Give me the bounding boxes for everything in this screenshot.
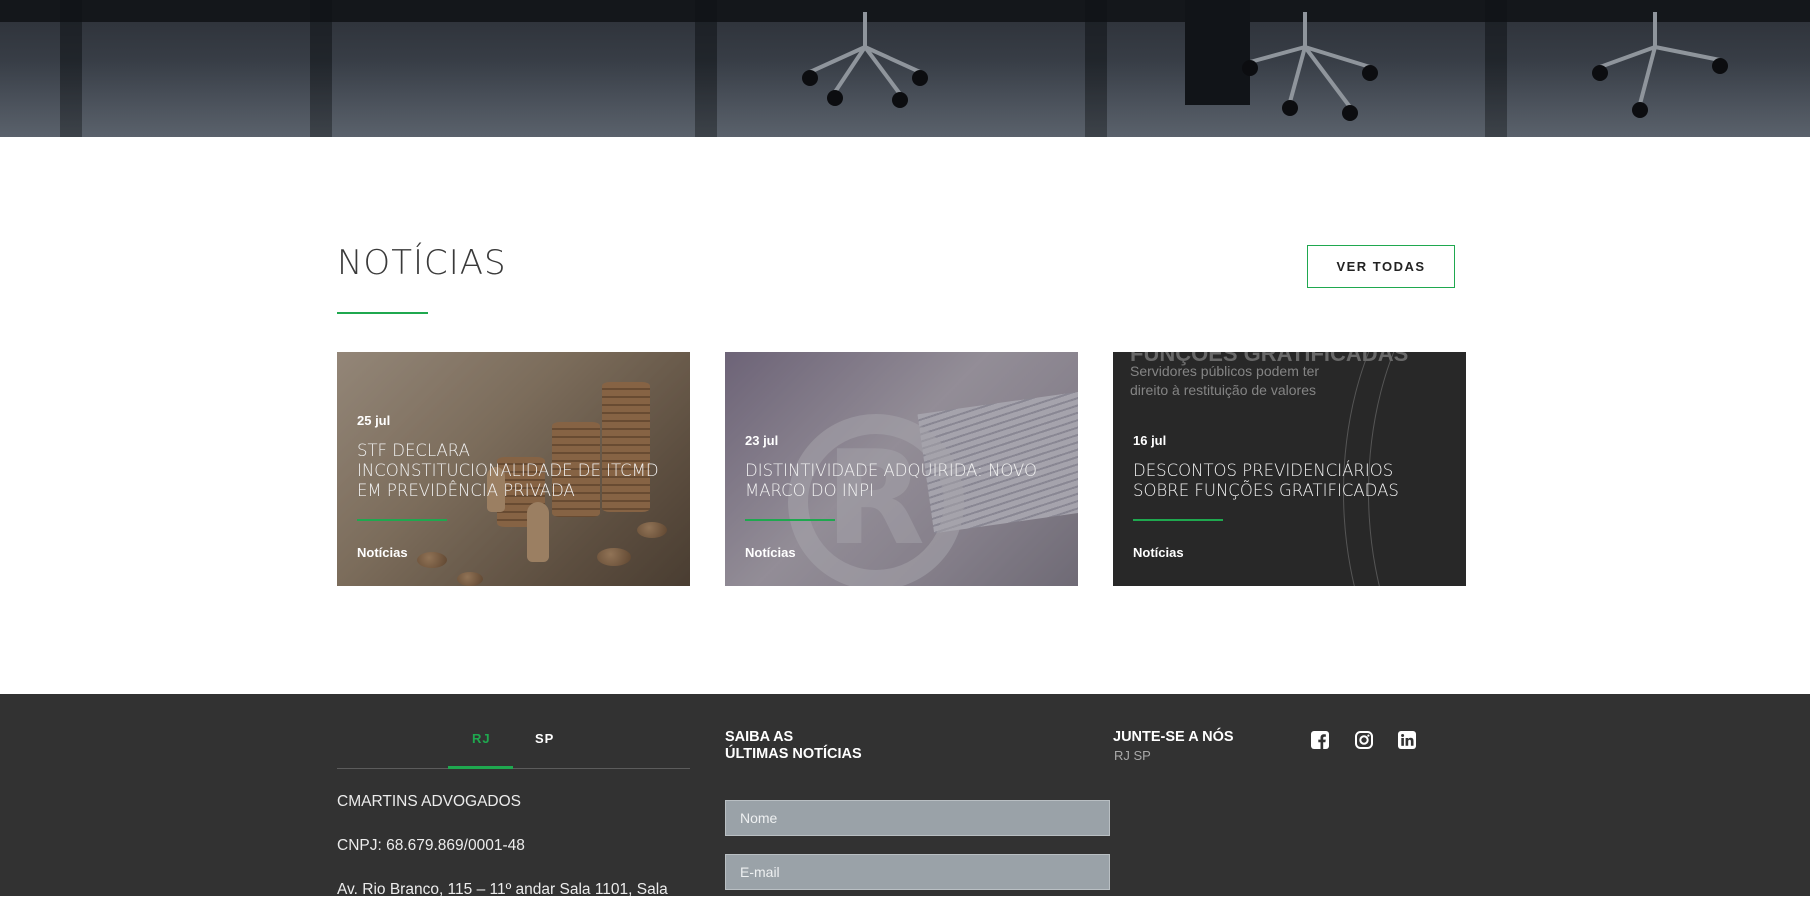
news-card-date: 16 jul [1133, 433, 1167, 448]
news-title-underline [337, 312, 428, 314]
tab-sp[interactable]: SP [535, 731, 554, 746]
news-card-category[interactable]: Notícias [1133, 545, 1184, 560]
linkedin-icon[interactable] [1398, 731, 1416, 749]
office-chair-image [1592, 12, 1728, 118]
news-card-title[interactable]: DISTINTIVIDADE ADQUIRIDA: NOVO MARCO DO … [745, 461, 1063, 501]
news-card-accent-bar [1133, 519, 1223, 521]
newsletter-email-input[interactable] [725, 854, 1110, 890]
instagram-icon[interactable] [1355, 731, 1373, 749]
company-name: CMARTINS ADVOGADOS [337, 793, 522, 810]
newsletter-name-input[interactable] [725, 800, 1110, 836]
newsletter-title-line: SAIBA AS [725, 729, 794, 745]
office-chair-image [802, 12, 928, 108]
news-card-title[interactable]: STF DECLARA INCONSTITUCIONALIDADE DE ITC… [357, 441, 675, 501]
tabs-divider [337, 768, 690, 769]
news-card-date: 23 jul [745, 433, 779, 448]
view-all-news-button[interactable]: VER TODAS [1307, 245, 1455, 288]
company-address: Av. Rio Branco, 115 – 11º andar Sala 110… [337, 881, 668, 898]
tab-rj[interactable]: RJ [472, 731, 491, 746]
facebook-icon[interactable] [1311, 731, 1329, 749]
news-card-date: 25 jul [357, 413, 391, 428]
newsletter-title-line: ÚLTIMAS NOTÍCIAS [725, 746, 862, 762]
news-card-category[interactable]: Notícias [745, 545, 796, 560]
news-card-category[interactable]: Notícias [357, 545, 408, 560]
office-chair-image [1242, 12, 1378, 121]
news-card-accent-bar [357, 519, 447, 521]
active-tab-indicator [448, 766, 513, 769]
news-card[interactable]: FUNÇÕES GRATIFICADAS Servidores públicos… [1113, 352, 1466, 586]
news-card[interactable]: R 23 jul DISTINTIVIDADE ADQUIRIDA: NOVO … [725, 352, 1078, 586]
news-card-title[interactable]: DESCONTOS PREVIDENCIÁRIOS SOBRE FUNÇÕES … [1133, 461, 1451, 501]
hero-banner [0, 0, 1810, 137]
news-card[interactable]: 25 jul STF DECLARA INCONSTITUCIONALIDADE… [337, 352, 690, 586]
join-us-subtitle: RJ SP [1114, 748, 1151, 763]
news-card-accent-bar [745, 519, 835, 521]
company-cnpj: CNPJ: 68.679.869/0001-48 [337, 837, 525, 854]
news-section-title: NOTÍCIAS [337, 243, 507, 283]
join-us-title: JUNTE-SE A NÓS [1113, 729, 1234, 745]
newsletter-title: SAIBA AS ÚLTIMAS NOTÍCIAS [725, 729, 862, 763]
